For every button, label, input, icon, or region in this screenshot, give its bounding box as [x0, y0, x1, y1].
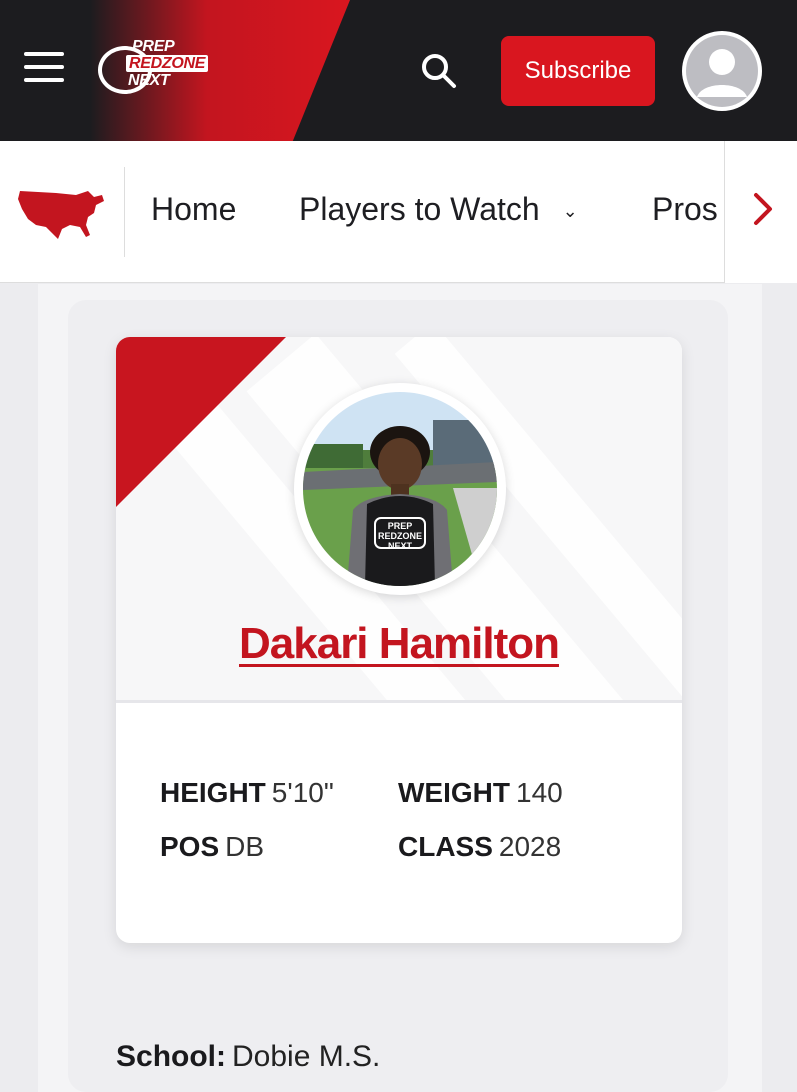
player-name-link[interactable]: Dakari Hamilton — [116, 619, 682, 669]
usa-map-icon[interactable] — [16, 183, 108, 243]
school-info: School: Dobie M.S. — [116, 1040, 380, 1074]
logo-text-line3: NEXT — [128, 72, 170, 89]
search-icon[interactable] — [418, 50, 460, 92]
logo-text-line1: PREP — [132, 38, 175, 55]
chevron-right-icon[interactable] — [748, 189, 778, 229]
shirt-logo-line1: PREP — [388, 521, 413, 531]
site-logo[interactable]: PREP REDZONE NEXT — [98, 38, 238, 102]
school-label: School: — [116, 1040, 226, 1073]
stat-label: WEIGHT — [398, 777, 510, 808]
hamburger-menu-icon[interactable] — [24, 52, 64, 88]
player-card-header: PREP REDZONE NEXT Dakari Hamilton — [116, 337, 682, 703]
main-nav: Home Players to Watch ⌄ Pros — [0, 141, 797, 283]
stat-label: HEIGHT — [160, 777, 266, 808]
nav-item-players-to-watch[interactable]: Players to Watch ⌄ — [299, 191, 578, 228]
stat-label: POS — [160, 831, 220, 862]
stat-height: HEIGHT 5'10" — [160, 777, 334, 809]
logo-text-line2: REDZONE — [126, 55, 209, 72]
stat-label: CLASS — [398, 831, 493, 862]
player-photo-frame: PREP REDZONE NEXT — [294, 383, 506, 595]
shirt-logo-line2: REDZONE — [378, 531, 422, 541]
school-value: Dobie M.S. — [232, 1040, 381, 1073]
player-card: PREP REDZONE NEXT Dakari Hamilton HEIGHT… — [116, 337, 682, 943]
chevron-down-icon: ⌄ — [562, 201, 578, 222]
stat-class: CLASS 2028 — [398, 831, 561, 863]
stat-value: 2028 — [498, 831, 562, 862]
site-header: PREP REDZONE NEXT Subscribe — [0, 0, 797, 141]
stat-position: POS DB — [160, 831, 264, 863]
nav-item-home[interactable]: Home — [151, 191, 236, 228]
stat-value: DB — [225, 831, 265, 862]
stat-value: 5'10" — [271, 777, 334, 808]
user-avatar-icon[interactable] — [682, 31, 762, 111]
shirt-logo-line3: NEXT — [388, 541, 413, 551]
player-photo[interactable]: PREP REDZONE NEXT — [303, 392, 497, 586]
nav-item-pros[interactable]: Pros — [652, 191, 718, 228]
subscribe-button[interactable]: Subscribe — [501, 36, 655, 106]
nav-divider — [124, 167, 125, 257]
nav-item-label: Players to Watch — [299, 191, 540, 227]
stat-weight: WEIGHT 140 — [398, 777, 563, 809]
stat-value: 140 — [516, 777, 563, 808]
